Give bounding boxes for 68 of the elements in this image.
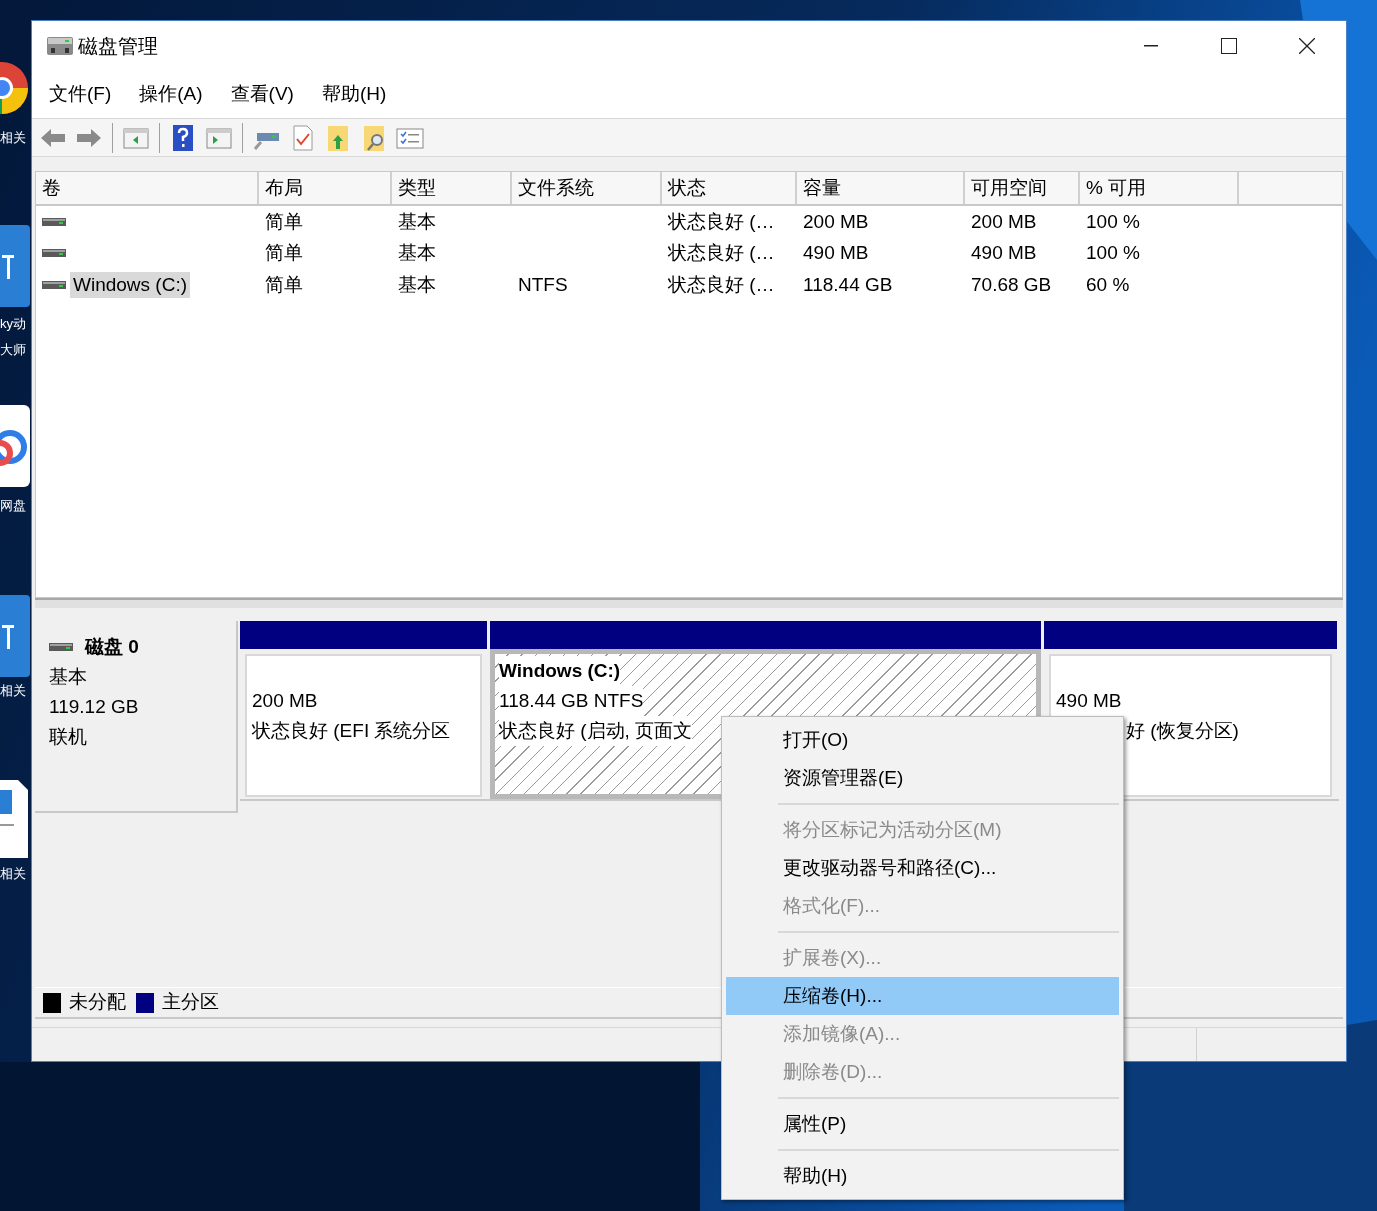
table-cell-text: 基本 bbox=[398, 272, 436, 297]
desktop-icon-label: 网盘 bbox=[0, 498, 27, 514]
drive-icon bbox=[42, 278, 66, 291]
legend-label: 主分区 bbox=[162, 990, 219, 1015]
context-menu-item[interactable]: 属性(P) bbox=[726, 1105, 1119, 1143]
table-cell-text: 60 % bbox=[1086, 272, 1130, 297]
desktop-icon-label: 相关 bbox=[0, 683, 27, 699]
table-cell-text: 状态良好 (… bbox=[668, 241, 775, 265]
close-icon bbox=[1299, 38, 1315, 54]
table-cell-text: 118.44 GB bbox=[803, 272, 893, 297]
context-menu-item[interactable]: 帮助(H) bbox=[726, 1157, 1119, 1195]
maximize-icon bbox=[1221, 38, 1237, 54]
desktop-icon-label: ky动 bbox=[0, 316, 27, 332]
column-header[interactable]: 卷 bbox=[36, 172, 259, 204]
document-icon[interactable] bbox=[0, 780, 30, 858]
table-cell-text: 简单 bbox=[265, 272, 303, 297]
table-cell-text: 状态良好 (… bbox=[668, 272, 775, 297]
column-header[interactable]: 文件系统 bbox=[512, 172, 662, 204]
partition-info: 状态良好 (启动, 页面文 bbox=[499, 716, 693, 746]
disk-info: 119.12 GB bbox=[49, 694, 140, 719]
cloud-icon[interactable] bbox=[0, 405, 30, 487]
app-tile-icon[interactable] bbox=[0, 225, 30, 307]
column-header[interactable]: 类型 bbox=[392, 172, 512, 204]
table-cell-text: 70.68 GB bbox=[971, 272, 1052, 297]
drive-icon bbox=[42, 247, 66, 260]
table-cell-text: 490 MB bbox=[803, 241, 869, 265]
disk-name: 磁盘 0 bbox=[85, 635, 139, 659]
table-cell-text: 状态良好 (… bbox=[668, 209, 775, 234]
disk-label-panel[interactable]: 磁盘 0 基本 119.12 GB 联机 bbox=[35, 621, 238, 813]
legend-label: 未分配 bbox=[69, 990, 126, 1015]
desktop-icon-label: 大师 bbox=[0, 342, 27, 358]
menu-item[interactable]: 文件(F) bbox=[40, 80, 121, 109]
drive-icon bbox=[49, 641, 73, 654]
table-cell-text: 100 % bbox=[1086, 209, 1140, 234]
table-cell-text: 100 % bbox=[1086, 241, 1140, 265]
menu-item[interactable]: 操作(A) bbox=[130, 80, 212, 109]
table-cell-text: NTFS bbox=[518, 272, 568, 297]
column-header[interactable]: 状态 bbox=[662, 172, 797, 204]
column-header[interactable]: % 可用 bbox=[1080, 172, 1239, 204]
partition-info: 118.44 GB NTFS bbox=[499, 686, 644, 716]
disk-info: 基本 bbox=[49, 664, 88, 689]
menu-item[interactable]: 查看(V) bbox=[221, 80, 303, 109]
column-header[interactable]: 可用空间 bbox=[965, 172, 1080, 204]
volume-row[interactable]: Windows (C:) 简单 基本 NTFS 状态良好 (… 118.44 GB 70.68 GB 60 % bbox=[36, 269, 1342, 301]
volume-row[interactable]: 简单 基本 状态良好 (… 490 MB 490 MB 100 % bbox=[36, 237, 1342, 269]
column-header[interactable]: 布局 bbox=[259, 172, 392, 204]
context-menu-item[interactable]: 更改驱动器号和路径(C)... bbox=[726, 849, 1119, 887]
splitter[interactable] bbox=[35, 598, 1343, 608]
table-cell-text: 490 MB bbox=[971, 241, 1037, 265]
table-cell: Windows (C:) bbox=[70, 271, 190, 298]
minimize-icon bbox=[1144, 45, 1158, 47]
table-cell-text: 基本 bbox=[398, 241, 436, 265]
window-title: 磁盘管理 bbox=[78, 34, 158, 59]
table-cell-text: 简单 bbox=[265, 209, 303, 234]
menu-item[interactable]: 帮助(H) bbox=[312, 80, 396, 109]
app-tile-icon[interactable] bbox=[0, 595, 30, 677]
context-menu-item[interactable]: 压缩卷(H)... bbox=[726, 977, 1119, 1015]
table-cell-text: 200 MB bbox=[803, 209, 869, 234]
table-cell-text: 基本 bbox=[398, 209, 436, 234]
column-header[interactable]: 容量 bbox=[797, 172, 965, 204]
table-cell-text: 简单 bbox=[265, 241, 303, 265]
desktop-icon-label: 相关 bbox=[0, 866, 27, 882]
volume-row[interactable]: 简单 基本 状态良好 (… 200 MB 200 MB 100 % bbox=[36, 206, 1342, 238]
desktop-icon-label: 相关 bbox=[0, 130, 27, 146]
disk-info: 联机 bbox=[49, 724, 88, 749]
drive-icon bbox=[42, 215, 66, 228]
partition-title: Windows (C:) bbox=[499, 656, 621, 686]
table-cell-text: 200 MB bbox=[971, 209, 1037, 234]
